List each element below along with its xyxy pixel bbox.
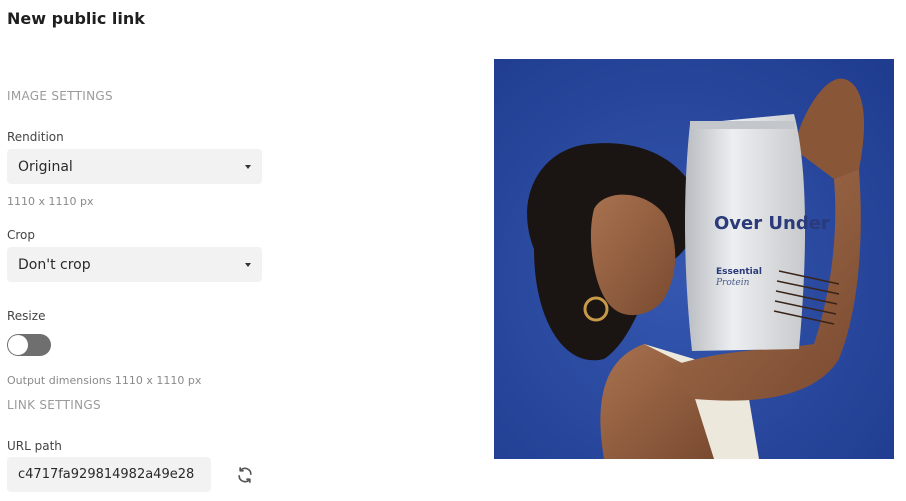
chevron-down-icon — [245, 164, 251, 169]
image-preview: Over Under Essential Protein — [494, 59, 894, 459]
toggle-knob — [8, 335, 28, 355]
pouch-seal — [690, 121, 795, 129]
resize-label: Resize — [7, 309, 46, 323]
rendition-label: Rendition — [7, 130, 64, 144]
crop-select[interactable]: Don't crop — [7, 247, 262, 282]
output-dimensions: Output dimensions 1110 x 1110 px — [7, 374, 202, 387]
page-title: New public link — [7, 9, 145, 28]
link-settings-heading: LINK SETTINGS — [7, 398, 101, 412]
rendition-value: Original — [18, 158, 73, 175]
crop-value: Don't crop — [18, 256, 91, 273]
chevron-down-icon — [245, 262, 251, 267]
refresh-icon — [238, 467, 252, 483]
product-line-1: Essential — [716, 267, 762, 277]
url-path-input[interactable]: c4717fa929814982a49e28 — [7, 457, 211, 492]
refresh-button[interactable] — [233, 463, 257, 487]
image-settings-heading: IMAGE SETTINGS — [7, 89, 113, 103]
url-path-label: URL path — [7, 439, 62, 453]
resize-toggle[interactable] — [7, 334, 51, 356]
brand-text: Over Under — [714, 213, 830, 234]
preview-photo: Over Under Essential Protein — [494, 59, 894, 459]
crop-label: Crop — [7, 228, 36, 242]
product-line-2: Protein — [715, 278, 750, 288]
rendition-select[interactable]: Original — [7, 149, 262, 184]
rendition-dimensions: 1110 x 1110 px — [7, 195, 94, 208]
